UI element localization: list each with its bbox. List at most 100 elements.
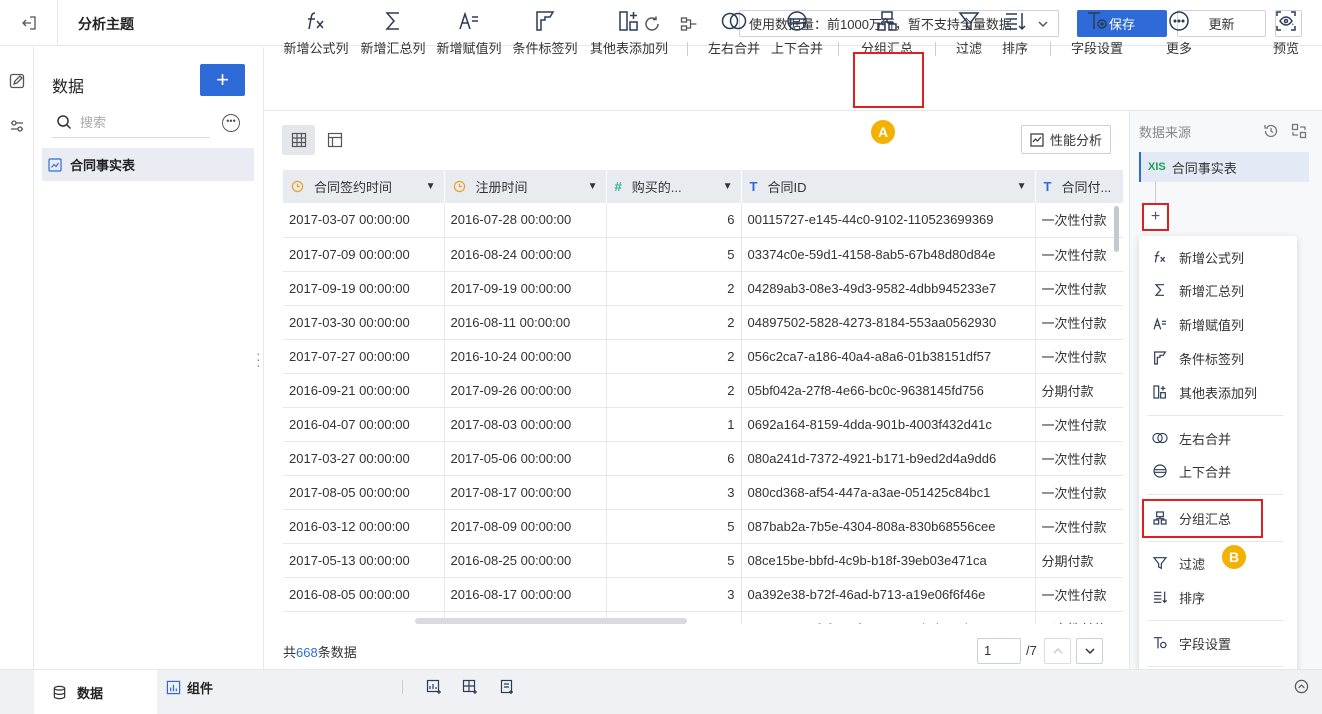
panel-options-icon[interactable]: ••• xyxy=(222,114,240,132)
table-cell[interactable]: 2017-09-19 00:00:00 xyxy=(283,271,445,306)
table-cell[interactable]: 2017-08-03 00:00:00 xyxy=(444,407,607,442)
table-cell[interactable]: 2017-08-17 00:00:00 xyxy=(444,475,607,510)
table-row[interactable]: 2017-09-19 00:00:00 2017-09-19 00:00:00 2 0… xyxy=(283,271,1123,306)
table-cell[interactable]: 一次性付款 xyxy=(1035,441,1123,476)
tool-preview[interactable]: 预览 xyxy=(1268,0,1304,64)
table-cell[interactable]: 03374c0e-59d1-4158-8ab5-67b48d80d84e xyxy=(741,237,1036,272)
table-cell[interactable]: 一次性付款 xyxy=(1035,407,1123,442)
rail-settings-button[interactable] xyxy=(6,115,28,137)
tool-add-formula-column[interactable]: 新增公式列 xyxy=(281,0,351,64)
table-cell[interactable]: 1 xyxy=(606,407,742,442)
menu-item-filter[interactable]: 过滤 xyxy=(1152,552,1205,574)
table-cell[interactable]: 一次性付款 xyxy=(1035,339,1123,374)
table-cell[interactable]: 一次性付款 xyxy=(1035,577,1123,612)
table-cell[interactable]: 080cd368-af54-447a-a3ae-051425c84bc1 xyxy=(741,475,1036,510)
search-input[interactable]: 搜索 xyxy=(52,106,210,138)
column-header[interactable]: # 购买的... ▼ xyxy=(606,170,742,203)
column-header[interactable]: 注册时间 ▼ xyxy=(444,170,607,203)
page-next-button[interactable] xyxy=(1076,638,1103,664)
collapse-button[interactable] xyxy=(1293,678,1309,694)
add-step-button[interactable]: + xyxy=(1142,203,1169,231)
table-cell[interactable]: 2 xyxy=(606,373,742,408)
history-button[interactable] xyxy=(1262,122,1280,140)
table-cell[interactable]: 2016-08-17 00:00:00 xyxy=(444,577,607,612)
table-cell[interactable]: 2 xyxy=(606,271,742,306)
menu-item-condition-label-column[interactable]: 条件标签列 xyxy=(1152,347,1244,369)
column-header[interactable]: T 合同付... xyxy=(1035,170,1123,203)
add-report-button[interactable] xyxy=(498,678,516,696)
table-cell[interactable]: 一次性付款 xyxy=(1035,305,1123,340)
table-cell[interactable]: 080a241d-7372-4921-b171-b9ed2d4a9dd6 xyxy=(741,441,1036,476)
back-button[interactable] xyxy=(0,0,58,46)
table-cell[interactable]: 5 xyxy=(606,509,742,544)
table-cell[interactable]: 08ce15be-bbfd-4c9b-b18f-39eb03e471ca xyxy=(741,543,1036,578)
table-cell[interactable]: 2017-09-26 00:00:00 xyxy=(444,373,607,408)
table-cell[interactable]: 2016-08-11 00:00:00 xyxy=(444,305,607,340)
table-cell[interactable]: 2017-08-09 00:00:00 xyxy=(444,509,607,544)
tool-add-column-from-other-table[interactable]: 其他表添加列 xyxy=(587,0,671,64)
table-cell[interactable]: 05bf042a-27f8-4e66-bc0c-9638145fd756 xyxy=(741,373,1036,408)
layout-switch-button[interactable] xyxy=(1290,122,1308,140)
menu-item-add-formula-column[interactable]: 新增公式列 xyxy=(1152,246,1244,268)
table-cell[interactable]: 一次性付款 xyxy=(1035,475,1123,510)
table-cell[interactable]: 2017-07-27 00:00:00 xyxy=(283,339,445,374)
tool-up-down-merge[interactable]: 上下合并 xyxy=(768,0,826,64)
table-cell[interactable]: 04289ab3-08e3-49d3-9582-4dbb945233e7 xyxy=(741,271,1036,306)
layout-view-button[interactable] xyxy=(318,125,351,155)
page-prev-button[interactable] xyxy=(1044,638,1071,664)
table-row[interactable]: 2016-08-05 00:00:00 2016-08-17 00:00:00 3 0… xyxy=(283,577,1123,612)
vertical-scrollbar[interactable] xyxy=(1114,206,1119,252)
menu-item-sort[interactable]: 排序 xyxy=(1152,586,1205,608)
table-cell[interactable]: 2017-05-06 00:00:00 xyxy=(444,441,607,476)
table-cell[interactable]: 2017-03-07 00:00:00 xyxy=(283,203,445,238)
menu-item-add-summary-column[interactable]: 新增汇总列 xyxy=(1152,279,1244,301)
table-cell[interactable]: 一次性付款 xyxy=(1035,611,1123,624)
grid-view-button[interactable] xyxy=(282,125,315,155)
tool-add-assign-column[interactable]: 新增赋值列 xyxy=(434,0,504,64)
table-row[interactable]: 2016-03-12 00:00:00 2017-08-09 00:00:00 5 0… xyxy=(283,509,1123,544)
caret-down-icon[interactable]: ▼ xyxy=(588,181,598,192)
column-header[interactable]: 合同签约时间 ▼ xyxy=(283,170,445,203)
caret-down-icon[interactable]: ▼ xyxy=(723,181,733,192)
tool-filter[interactable]: 过滤 xyxy=(951,0,987,64)
table-cell[interactable]: 一次性付款 xyxy=(1035,271,1123,306)
table-cell[interactable]: 2016-09-21 00:00:00 xyxy=(283,373,445,408)
column-header[interactable]: T 合同ID ▼ xyxy=(741,170,1036,203)
tool-left-right-merge[interactable]: 左右合并 xyxy=(705,0,763,64)
table-cell[interactable]: 0a392e38-b72f-46ad-b713-a19e06f6f46e xyxy=(741,577,1036,612)
table-cell[interactable]: 2 xyxy=(606,339,742,374)
table-row[interactable]: 2017-07-27 00:00:00 2016-10-24 00:00:00 2 0… xyxy=(283,339,1123,374)
table-cell[interactable]: 3 xyxy=(606,577,742,612)
menu-item-add-assign-column[interactable]: 新增赋值列 xyxy=(1152,313,1244,335)
menu-item-field-settings[interactable]: 字段设置 xyxy=(1152,632,1231,654)
table-cell[interactable]: 087bab2a-7b5e-4304-808a-830b68556cee xyxy=(741,509,1036,544)
table-cell[interactable]: 分期付款 xyxy=(1035,373,1123,408)
table-cell[interactable]: 2016-07-28 00:00:00 xyxy=(444,203,607,238)
add-dashboard-button[interactable] xyxy=(461,678,479,696)
table-row[interactable]: 2017-03-07 00:00:00 2016-07-28 00:00:00 6 0… xyxy=(283,203,1123,238)
table-cell[interactable]: 5 xyxy=(606,543,742,578)
table-cell[interactable]: 2017-03-27 00:00:00 xyxy=(283,441,445,476)
table-cell[interactable]: 2016-08-24 00:00:00 xyxy=(444,237,607,272)
tool-add-summary-column[interactable]: 新增汇总列 xyxy=(358,0,428,64)
table-cell[interactable]: 2017-08-05 00:00:00 xyxy=(283,475,445,510)
tab-data[interactable]: 数据 xyxy=(34,670,157,714)
table-cell[interactable]: 2017-07-09 00:00:00 xyxy=(283,237,445,272)
table-row[interactable]: 2017-01-05 00:00:002016-08-12 00:00:0010… xyxy=(283,611,1123,624)
table-row[interactable]: 2017-08-05 00:00:00 2017-08-17 00:00:00 3 0… xyxy=(283,475,1123,510)
table-cell[interactable]: 2017-03-30 00:00:00 xyxy=(283,305,445,340)
tool-field-settings[interactable]: 字段设置 xyxy=(1068,0,1126,64)
table-cell[interactable]: 一次性付款 xyxy=(1035,203,1123,238)
table-row[interactable]: 2017-07-09 00:00:00 2016-08-24 00:00:00 5 0… xyxy=(283,237,1123,272)
table-cell[interactable]: 3 xyxy=(606,475,742,510)
table-cell[interactable]: 0692a164-8159-4dda-901b-4003f432d41c xyxy=(741,407,1036,442)
table-row[interactable]: 2017-03-27 00:00:00 2017-05-06 00:00:00 6 0… xyxy=(283,441,1123,476)
page-input[interactable]: 1 xyxy=(977,638,1021,664)
table-cell[interactable]: 2017-09-19 00:00:00 xyxy=(444,271,607,306)
caret-down-icon[interactable]: ▼ xyxy=(426,181,436,192)
tool-sort[interactable]: 排序 xyxy=(997,0,1033,64)
panel-resize-handle[interactable]: · · · xyxy=(256,346,261,372)
table-cell[interactable]: 0a481a95-5f8f-4a2f-acac-711dcd77ed80 xyxy=(741,611,1036,624)
table-row[interactable]: 2017-05-13 00:00:00 2016-08-25 00:00:00 5 0… xyxy=(283,543,1123,578)
table-cell[interactable]: 5 xyxy=(606,237,742,272)
